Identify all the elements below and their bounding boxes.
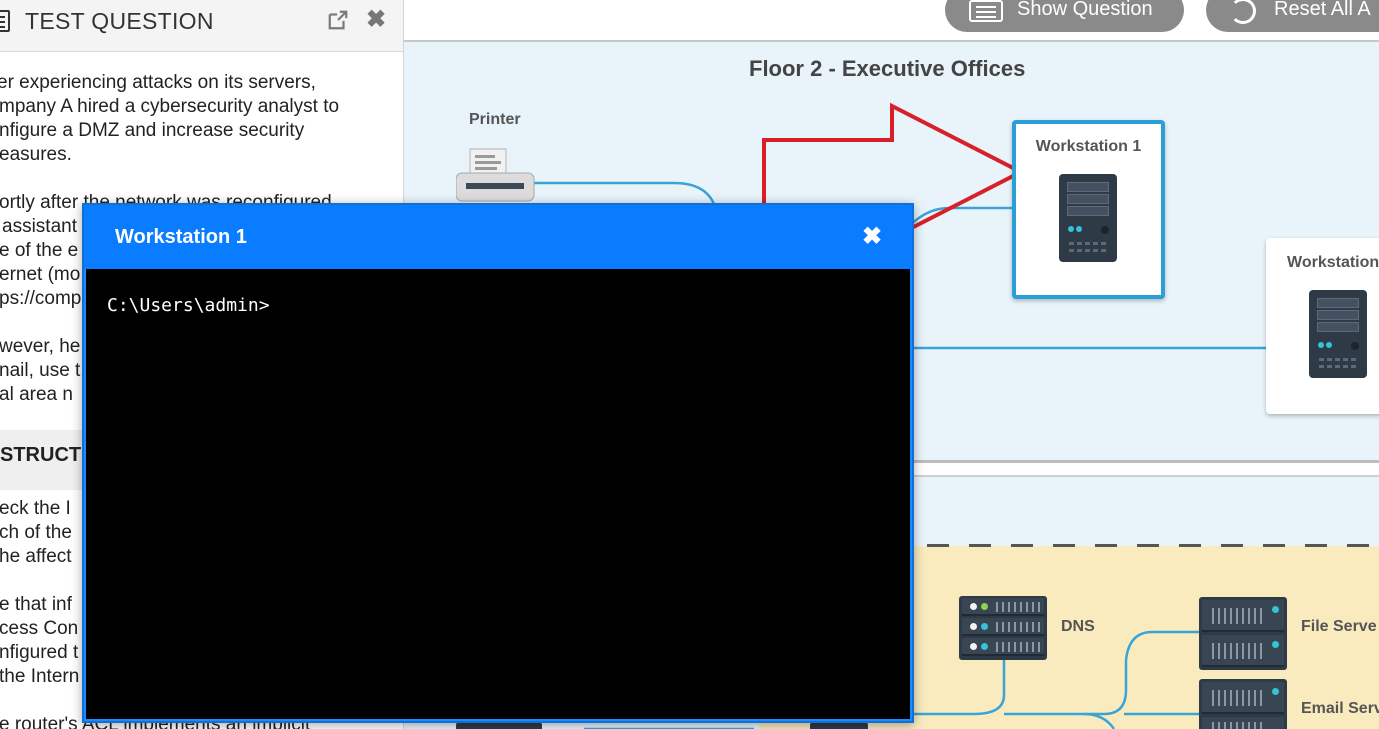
printer-label: Printer [469,111,521,128]
document-icon [0,10,10,32]
close-panel-icon[interactable]: ✖ [364,8,388,32]
question-line: easures. [0,144,72,165]
external-link-icon[interactable] [327,9,349,31]
file-server-icon[interactable] [1199,597,1287,670]
question-line: mpany A hired a cybersecurity analyst to [0,96,340,117]
question-line: e that inf [0,594,72,615]
question-line: wever, he [0,336,81,357]
modal-header: Workstation 1 ✖ [84,205,912,269]
question-panel-header: TEST QUESTION ✖ [0,0,403,52]
floor-1-device-icon[interactable] [810,722,868,729]
question-line: eck the I [0,498,71,519]
command-terminal[interactable]: C:\Users\admin> [86,269,910,719]
question-line: the Intern [0,666,80,687]
question-line: nfigure a DMZ and increase security [0,120,305,141]
question-line: ernet (mo [0,264,81,285]
instructions-heading: STRUCT [0,444,82,466]
command-prompt[interactable]: C:\Users\admin> [107,295,270,316]
email-server-icon[interactable] [1199,679,1287,729]
question-line: e of the e [0,240,79,261]
modal-title: Workstation 1 [115,226,247,248]
workstation-terminal-modal: Workstation 1 ✖ C:\Users\admin> [82,203,914,723]
question-line: ch of the [0,522,72,543]
workstation-2-card[interactable]: Workstation [1266,238,1379,414]
question-line: nail, use t [0,360,81,381]
app-root: TEST QUESTION ✖ er experiencing attacks … [0,0,1379,729]
close-icon[interactable]: ✖ [860,225,884,249]
question-line: he affect [0,546,72,567]
workstation-1-card[interactable]: Workstation 1 [1012,120,1165,299]
workstation-tower-icon [1309,290,1367,378]
question-line: nfigured t [0,642,79,663]
printer-icon[interactable] [456,147,536,207]
workstation-tower-icon [1059,174,1117,262]
question-line: ps://comp [0,288,82,309]
question-panel-title: TEST QUESTION [25,8,214,34]
email-server-label: Email Serv [1301,700,1379,717]
question-line: assistant [2,216,77,237]
question-line: al area n [0,384,73,405]
dns-label: DNS [1061,618,1095,635]
floor-1-device-icon[interactable] [456,722,542,729]
file-server-label: File Serve [1301,618,1377,635]
dns-server-icon[interactable] [959,596,1047,660]
workstation-1-label: Workstation 1 [1035,138,1142,155]
question-line: er experiencing attacks on its servers, [0,72,316,93]
question-line: cess Con [0,618,79,639]
workstation-2-label: Workstation [1287,254,1379,271]
